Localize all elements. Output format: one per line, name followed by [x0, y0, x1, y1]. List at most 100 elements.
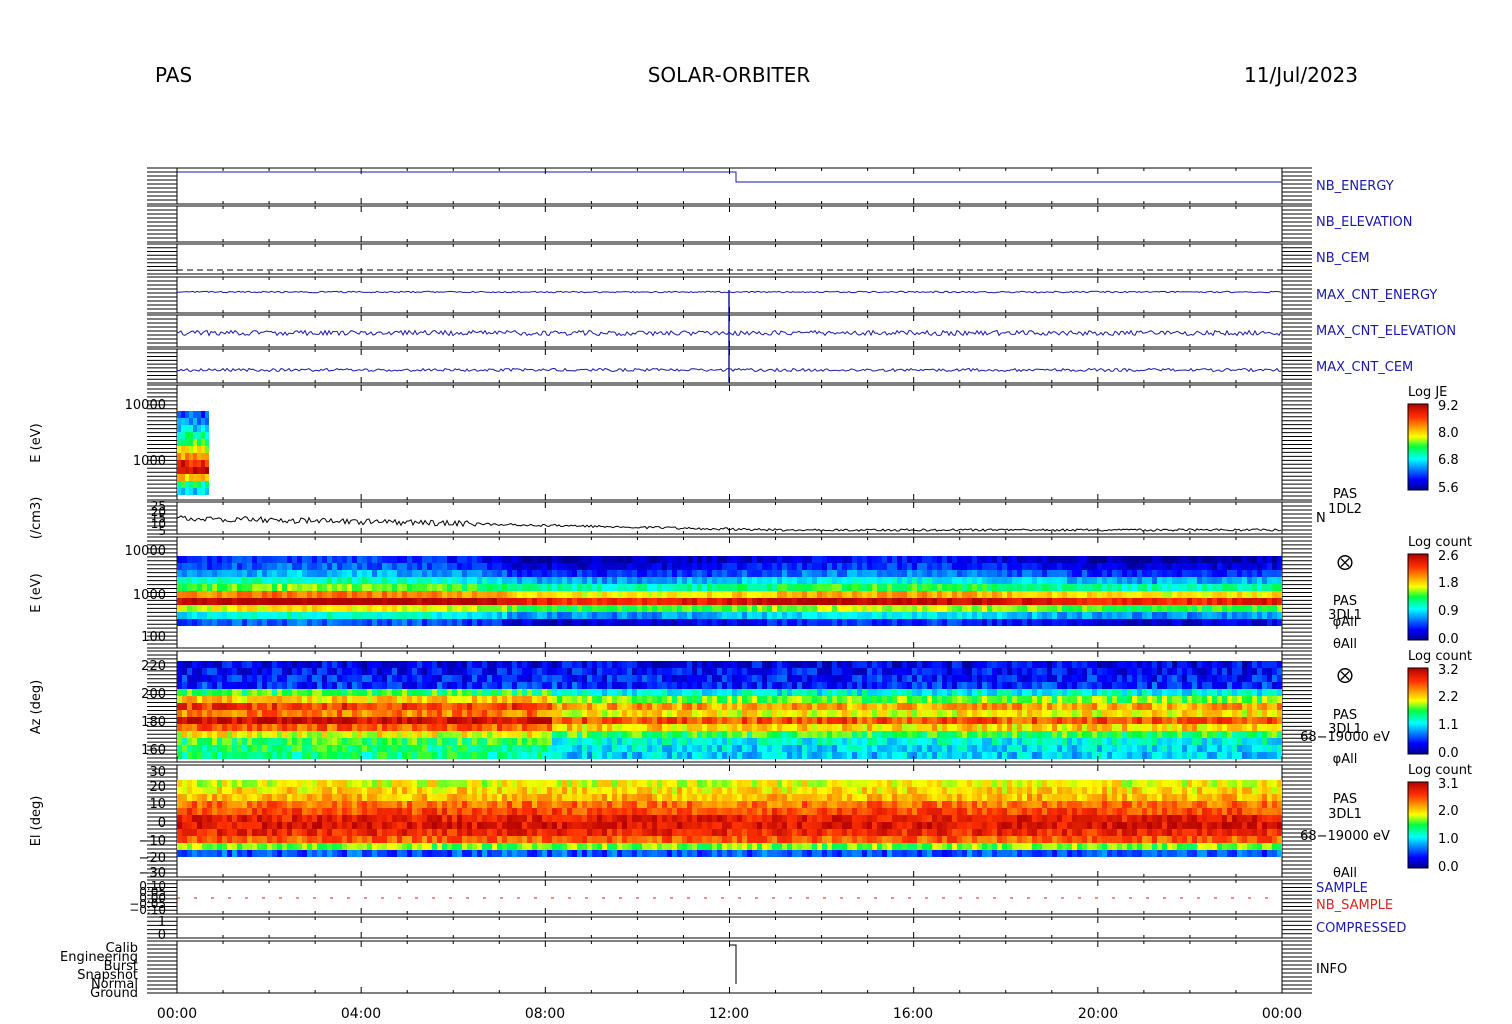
spec2-cell	[617, 605, 622, 612]
az-cell	[957, 703, 962, 710]
spec2-cell	[477, 605, 482, 612]
az-cell	[712, 696, 717, 703]
az-cell	[782, 724, 787, 731]
spec2-cell	[1262, 577, 1267, 584]
spec2-cell	[1002, 605, 1007, 612]
az-cell	[627, 682, 632, 689]
spec2-cell	[1157, 584, 1162, 591]
spec2-cell	[617, 556, 622, 563]
az-cell	[877, 717, 882, 724]
az-cell	[267, 717, 272, 724]
spec2-cell	[267, 605, 272, 612]
spec2-cell	[532, 619, 537, 626]
spec2-cell	[277, 570, 282, 577]
az-cell	[907, 752, 912, 759]
spec2-cell	[502, 577, 507, 584]
az-cell	[917, 745, 922, 752]
az-cell	[447, 703, 452, 710]
spec2-cell	[417, 577, 422, 584]
az-cell	[882, 731, 887, 738]
az-cell	[622, 675, 627, 682]
spec2-cell	[967, 591, 972, 598]
spec2-cell	[1027, 577, 1032, 584]
spec2-cell	[1192, 619, 1197, 626]
spec2-cell	[917, 612, 922, 619]
spec2-cell	[1042, 584, 1047, 591]
az-cell	[537, 689, 542, 696]
az-cell	[1042, 738, 1047, 745]
spec2-cell	[232, 605, 237, 612]
spec2-cell	[377, 605, 382, 612]
az-cell	[512, 682, 517, 689]
az-cell	[722, 689, 727, 696]
spec1-cell	[197, 418, 201, 425]
spec2-cell	[312, 591, 317, 598]
az-cell	[297, 689, 302, 696]
az-cell	[977, 703, 982, 710]
spec2-cell	[642, 563, 647, 570]
spec2-cell	[467, 619, 472, 626]
spec1-cell	[189, 418, 193, 425]
az-cell	[467, 731, 472, 738]
spec2-cell	[857, 612, 862, 619]
spec2-cell	[527, 584, 532, 591]
az-cell	[1102, 745, 1107, 752]
spec2-cell	[307, 605, 312, 612]
az-cell	[847, 738, 852, 745]
az-cell	[557, 703, 562, 710]
az-cell	[357, 724, 362, 731]
spec2-cell	[667, 563, 672, 570]
az-cell	[467, 703, 472, 710]
az-cell	[607, 675, 612, 682]
spec2-cell	[317, 556, 322, 563]
az-cell	[307, 682, 312, 689]
az-cell	[722, 675, 727, 682]
spec2-cell	[587, 619, 592, 626]
az-cell	[237, 668, 242, 675]
spec2-cell	[1207, 584, 1212, 591]
spec2-cell	[437, 591, 442, 598]
az-cell	[322, 738, 327, 745]
az-cell	[532, 682, 537, 689]
az-cell	[1012, 745, 1017, 752]
spec2-cell	[262, 598, 267, 605]
spec2-cell	[897, 598, 902, 605]
spec2-cell	[492, 598, 497, 605]
spec2-cell	[402, 556, 407, 563]
spec2-cell	[1247, 563, 1252, 570]
spec2-cell	[1237, 612, 1242, 619]
spec2-cell	[697, 584, 702, 591]
az-cell	[452, 703, 457, 710]
spec2-cell	[1192, 612, 1197, 619]
spec2-cell	[457, 591, 462, 598]
spec2-cell	[882, 584, 887, 591]
spec2-cell	[972, 563, 977, 570]
spec2-cell	[427, 584, 432, 591]
az-cell	[737, 696, 742, 703]
az-cell	[387, 682, 392, 689]
spec2-cell	[1127, 563, 1132, 570]
spec2-cell	[812, 598, 817, 605]
spec2-cell	[732, 612, 737, 619]
spec2-cell	[622, 577, 627, 584]
az-cell	[847, 724, 852, 731]
spec2-cell	[477, 591, 482, 598]
az-cell	[482, 675, 487, 682]
az-cell	[637, 710, 642, 717]
spec2-cell	[1167, 584, 1172, 591]
spec2-cell	[312, 570, 317, 577]
az-cell	[332, 703, 337, 710]
az-cell	[432, 661, 437, 668]
az-cell	[542, 717, 547, 724]
spec2-cell	[607, 591, 612, 598]
spec2-cell	[537, 612, 542, 619]
spec2-cell	[817, 556, 822, 563]
spec2-cell	[1027, 598, 1032, 605]
az-cell	[717, 675, 722, 682]
az-cell	[317, 738, 322, 745]
spec2-cell	[1177, 619, 1182, 626]
az-cell	[927, 682, 932, 689]
spec2-cell	[672, 577, 677, 584]
spec2-cell	[1222, 598, 1227, 605]
az-cell	[247, 752, 252, 759]
